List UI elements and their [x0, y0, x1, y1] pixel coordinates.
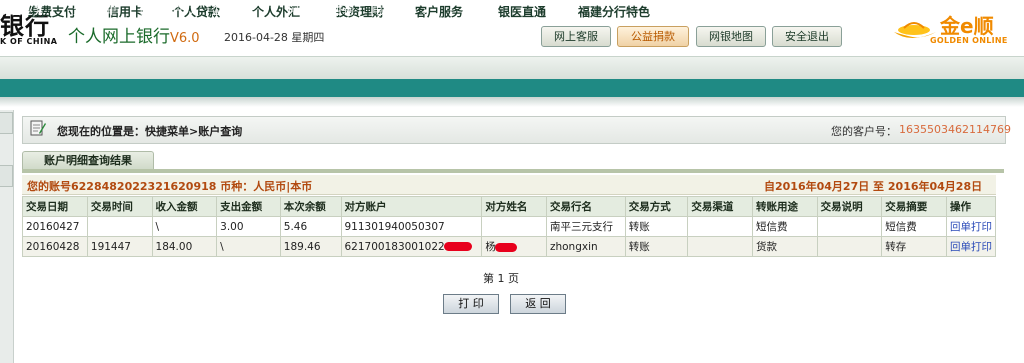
- redaction-mark: [443, 242, 472, 251]
- customer-number-label: 您的客户号：: [831, 125, 897, 138]
- cell-counter-account: 911301940050307: [340, 216, 483, 237]
- col-summary: 交易摘要: [881, 196, 947, 217]
- transaction-table: 交易日期 交易时间 收入金额 支出金额 本次余额 对方账户 对方姓名 交易行名 …: [22, 196, 996, 257]
- cell-method: 转账: [624, 216, 689, 237]
- col-counter-account: 对方账户: [340, 196, 483, 217]
- subnav-transaction-query[interactable]: 网银交易查询: [288, 2, 354, 18]
- brand-name: 金e顺: [940, 14, 994, 38]
- cell-description: [816, 236, 883, 257]
- cell-summary: 转存: [881, 236, 947, 257]
- cell-balance: 189.46: [279, 236, 342, 257]
- redaction-mark: [494, 242, 517, 252]
- cell-channel: [687, 216, 754, 237]
- nav-medical[interactable]: 银医直通: [498, 3, 546, 20]
- online-service-button[interactable]: 网上客服: [541, 26, 611, 47]
- page-indicator: 第 1 页: [483, 272, 519, 285]
- col-time: 交易时间: [86, 196, 153, 217]
- col-purpose: 转账用途: [752, 196, 818, 217]
- subnav-savings[interactable]: 储蓄业务 ⌄: [0, 2, 57, 18]
- table-header-row: 交易日期 交易时间 收入金额 支出金额 本次余额 对方账户 对方姓名 交易行名 …: [22, 196, 996, 217]
- cell-time: 191447: [86, 236, 153, 257]
- col-method: 交易方式: [624, 196, 689, 217]
- col-counter-name: 对方姓名: [481, 196, 547, 217]
- counter-account-text: 621700183001022: [344, 240, 445, 253]
- cell-purpose: 货款: [752, 236, 818, 257]
- cell-method: 转账: [624, 236, 689, 257]
- bank-logo-en: K OF CHINA: [0, 37, 58, 46]
- cell-income: 184.00: [151, 236, 218, 257]
- col-income: 收入金额: [151, 196, 218, 217]
- nav-shadow: [0, 97, 1024, 107]
- table-row: 20160427 \ 3.00 5.46 911301940050307 南平三…: [22, 216, 996, 237]
- subnav-enterprise[interactable]: 企业服务 ⌄: [211, 2, 268, 18]
- customer-number-value: 1635503462114769: [899, 123, 1011, 136]
- cell-expense: \: [216, 236, 281, 257]
- col-expense: 支出金额: [216, 196, 281, 217]
- print-receipt-link[interactable]: 回单打印: [946, 236, 996, 257]
- nav-fujian-special[interactable]: 福建分行特色: [578, 3, 650, 20]
- left-panel-handle[interactable]: [0, 165, 13, 187]
- cell-date: 20160427: [22, 216, 88, 237]
- cell-description: [816, 216, 883, 237]
- cell-balance: 5.46: [279, 216, 342, 237]
- col-channel: 交易渠道: [687, 196, 754, 217]
- cell-bank-name: 南平三元支行: [545, 216, 626, 237]
- col-date: 交易日期: [22, 196, 88, 217]
- account-number-text: 您的账号6228482022321620918 币种：人民币|本币: [27, 180, 313, 193]
- subnav-e-receipt[interactable]: 电子回单 ⌄: [372, 2, 429, 18]
- left-panel: [0, 110, 14, 363]
- sub-nav: [0, 79, 1024, 97]
- cell-income: \: [151, 216, 218, 237]
- table-row: 20160428 191447 184.00 \ 189.46 62170018…: [22, 236, 996, 257]
- subnav-large-deposit[interactable]: 大额存单: [73, 2, 117, 18]
- app-title-text: 个人网上银行: [68, 27, 170, 47]
- left-panel-toggle[interactable]: [0, 112, 13, 134]
- document-pen-icon: [30, 120, 46, 136]
- print-receipt-link[interactable]: 回单打印: [946, 216, 996, 237]
- breadcrumb: 您现在的位置是：快捷菜单>账户查询: [57, 125, 243, 138]
- subnav-other-bank[interactable]: 他行账户 ⌄: [139, 2, 196, 18]
- col-balance: 本次余额: [279, 196, 342, 217]
- app-title: 个人网上银行V6.0: [68, 22, 200, 47]
- tab-underline: [22, 169, 1004, 173]
- col-bank-name: 交易行名: [545, 196, 626, 217]
- cell-expense: 3.00: [216, 216, 281, 237]
- cell-date: 20160428: [22, 236, 88, 257]
- main-nav: [0, 56, 1024, 80]
- cell-counter-account: 621700183001022: [340, 236, 483, 257]
- col-operation: 操作: [946, 196, 996, 217]
- cell-counter-name: 杨: [481, 236, 547, 257]
- safe-exit-button[interactable]: 安全退出: [772, 26, 842, 47]
- current-date: 2016-04-28 星期四: [224, 31, 325, 44]
- version-label: V6.0: [170, 31, 200, 46]
- col-description: 交易说明: [816, 196, 883, 217]
- brand-name-en: GOLDEN ONLINE: [930, 36, 1008, 45]
- cell-time: [86, 216, 153, 237]
- cell-channel: [687, 236, 754, 257]
- back-button[interactable]: 返 回: [510, 294, 566, 314]
- charity-donation-button[interactable]: 公益捐款: [617, 26, 689, 47]
- cell-counter-name: [481, 216, 547, 237]
- tab-account-detail-result[interactable]: 账户明细查询结果: [22, 151, 154, 170]
- cell-purpose: 短信费: [752, 216, 818, 237]
- cell-summary: 短信费: [881, 216, 947, 237]
- cell-bank-name: zhongxin: [545, 236, 626, 257]
- ebank-map-button[interactable]: 网银地图: [696, 26, 766, 47]
- date-range-text: 自2016年04月27日 至 2016年04月28日: [764, 180, 983, 193]
- print-button[interactable]: 打 印: [443, 294, 499, 314]
